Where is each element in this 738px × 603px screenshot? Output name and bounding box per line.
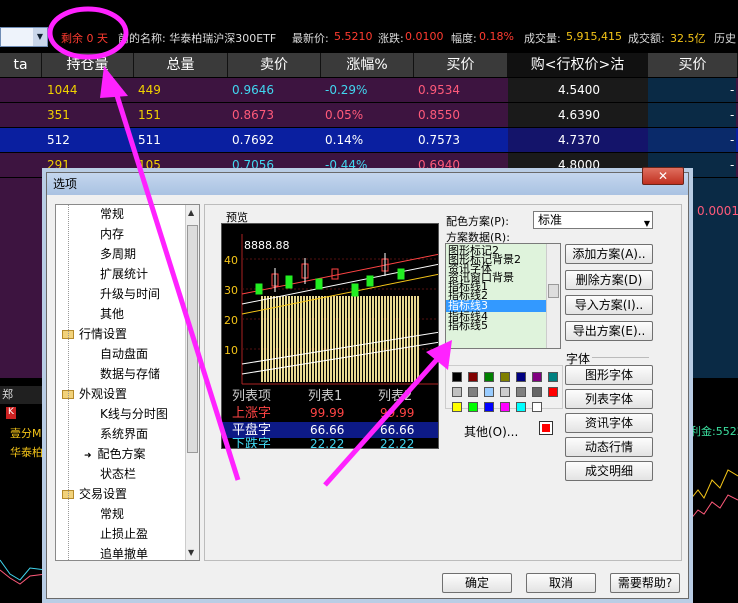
annotation-arrowhead-up xyxy=(100,66,128,98)
annotation-arrow-right xyxy=(323,354,442,487)
app-window: ▼ 剩余 0 天 前的名称: 华泰柏瑞沪深300ETF 最新价: 5.5210 … xyxy=(0,0,738,603)
annotation-overlay xyxy=(47,6,452,487)
annotation-circle xyxy=(47,6,129,60)
annotation-arrow-up xyxy=(111,85,241,481)
